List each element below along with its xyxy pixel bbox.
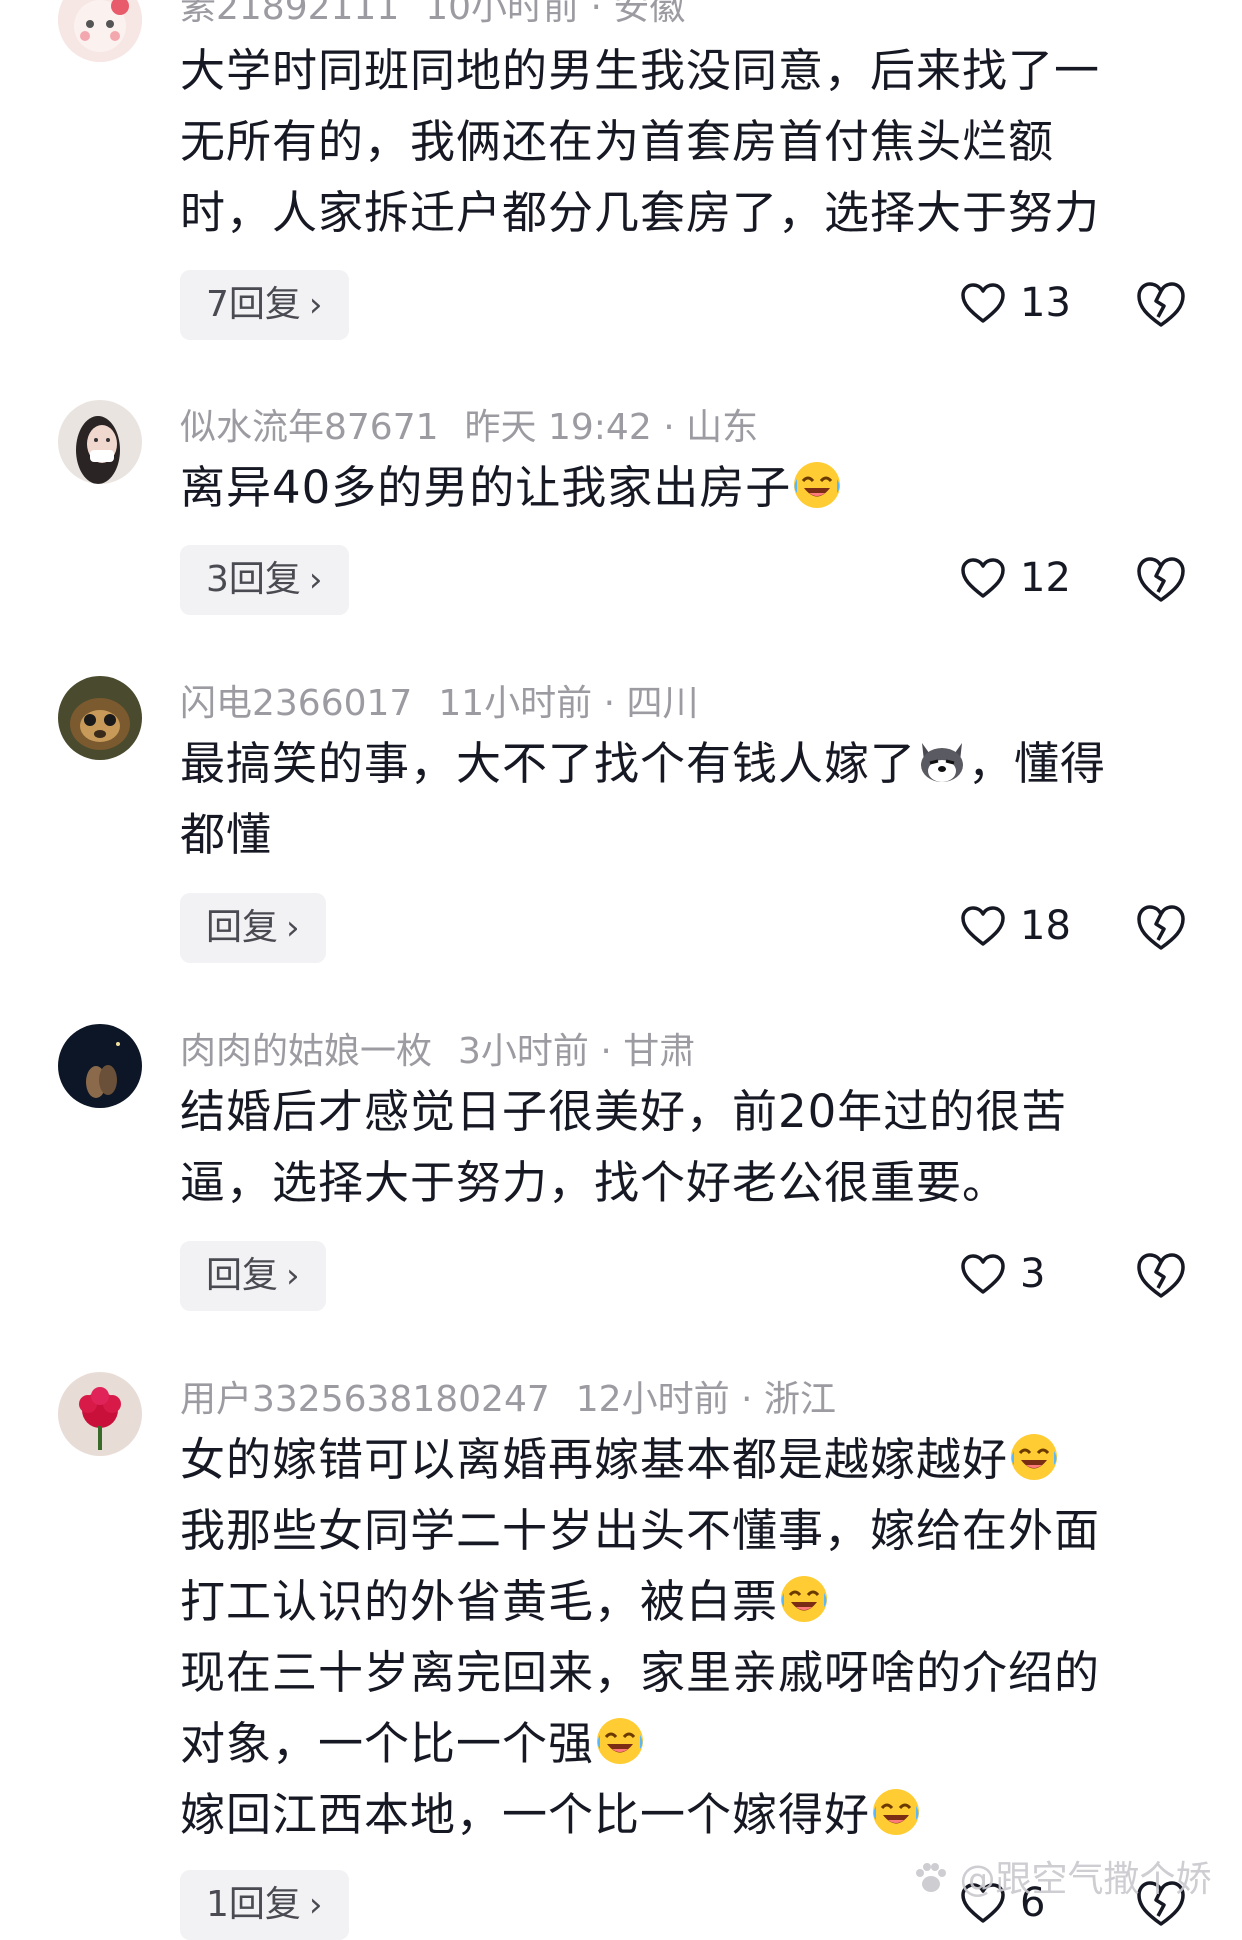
like-count: 18 (1020, 903, 1071, 949)
heart-icon (961, 906, 1005, 946)
avatar[interactable] (58, 0, 142, 62)
comment-line: 嫁回江西本地，一个比一个嫁得好 (180, 1788, 871, 1841)
reply-label: 回复 (206, 907, 279, 948)
comment-line: 我那些女同学二十岁出头不懂事，嫁给在外面 (180, 1504, 1101, 1557)
husky-dog-emoji-icon (921, 743, 964, 782)
comment-meta: 似水流年87671 昨天 19:42 · 山东 (180, 398, 758, 450)
laughing-crying-emoji-icon (781, 1576, 828, 1622)
heart-icon (961, 283, 1005, 323)
heart-icon (961, 558, 1005, 598)
comment-line-wrap: 对象，一个比一个强 (180, 1708, 1180, 1779)
comment-line: ，懂得 (968, 737, 1107, 790)
comment-line: 打工认识的外省黄毛，被白票 (180, 1575, 779, 1628)
dot-separator: · (600, 1031, 612, 1072)
comment-text: 大学时同班同地的男生我没同意，后来找了一 无所有的，我俩还在为首套房首付焦头烂额… (180, 35, 1180, 248)
avatar[interactable] (58, 676, 142, 760)
watermark: @跟空气撒个娇 (912, 1850, 1211, 1902)
comment-meta: 用户3325638180247 12小时前 · 浙江 (180, 1370, 836, 1422)
reply-label: 3回复 (206, 559, 301, 600)
broken-heart-icon[interactable] (1135, 279, 1187, 331)
like-button[interactable]: 12 (960, 548, 1071, 608)
comment-line: 结婚后才感觉日子很美好，前20年过的很苦 (180, 1085, 1068, 1138)
comment-line: 都懂 (180, 808, 273, 861)
broken-heart-icon[interactable] (1135, 902, 1187, 954)
username[interactable]: 似水流年87671 (180, 407, 439, 448)
view-replies-button[interactable]: 7回复 › (180, 270, 349, 340)
comment-text: 女的嫁错可以离婚再嫁基本都是越嫁越好 我那些女同学二十岁出头不懂事，嫁给在外面 … (180, 1424, 1180, 1850)
avatar[interactable] (58, 1024, 142, 1108)
username[interactable]: 素21892111 (180, 0, 399, 28)
timestamp: 昨天 19:42 (464, 407, 652, 448)
reply-label: 7回复 (206, 284, 301, 325)
like-button[interactable]: 13 (960, 273, 1071, 333)
username[interactable]: 闪电2366017 (180, 683, 412, 724)
like-count: 13 (1020, 280, 1071, 326)
chevron-right-icon: › (308, 560, 323, 600)
comment-line: 离异40多的男的让我家出房子 (180, 461, 792, 514)
like-count: 3 (1020, 1251, 1046, 1297)
dot-separator: · (590, 0, 602, 28)
comment-text: 结婚后才感觉日子很美好，前20年过的很苦 逼，选择大于努力，找个好老公很重要。 (180, 1076, 1180, 1218)
comment-line: 逼，选择大于努力，找个好老公很重要。 (180, 1156, 1009, 1209)
location: 山东 (686, 407, 759, 448)
broken-heart-icon[interactable] (1135, 1250, 1187, 1302)
comment-meta: 素21892111 10小时前 · 安徽 (180, 0, 685, 30)
reply-label: 1回复 (206, 1884, 301, 1925)
location: 甘肃 (623, 1031, 696, 1072)
location: 四川 (626, 683, 699, 724)
comment-line-wrap: 女的嫁错可以离婚再嫁基本都是越嫁越好 (180, 1424, 1180, 1495)
comment-line: 女的嫁错可以离婚再嫁基本都是越嫁越好 (180, 1433, 1009, 1486)
like-count: 12 (1020, 555, 1071, 601)
comment-meta: 闪电2366017 11小时前 · 四川 (180, 674, 699, 726)
comment-line-wrap: 最搞笑的事，大不了找个有钱人嫁了 ，懂得 (180, 728, 1180, 799)
view-replies-button[interactable]: 3回复 › (180, 545, 349, 615)
comment-line: 最搞笑的事，大不了找个有钱人嫁了 (180, 737, 917, 790)
comment-line: 对象，一个比一个强 (180, 1717, 595, 1770)
view-replies-button[interactable]: 1回复 › (180, 1870, 349, 1940)
laughing-crying-emoji-icon (597, 1718, 644, 1764)
paw-icon (916, 1863, 946, 1892)
comment-line: 时，人家拆迁户都分几套房了，选择大于努力 (180, 186, 1101, 239)
laughing-crying-emoji-icon (1011, 1434, 1058, 1480)
username[interactable]: 用户3325638180247 (180, 1379, 550, 1420)
timestamp: 12小时前 (575, 1379, 730, 1420)
timestamp: 11小时前 (438, 683, 593, 724)
comment-line: 大学时同班同地的男生我没同意，后来找了一 (180, 44, 1101, 97)
comment-line: 无所有的，我俩还在为首套房首付焦头烂额 (180, 115, 1055, 168)
comment-line: 现在三十岁离完回来，家里亲戚呀啥的介绍的 (180, 1646, 1101, 1699)
dot-separator: · (741, 1379, 753, 1420)
watermark-text: @跟空气撒个娇 (959, 1859, 1212, 1900)
timestamp: 10小时前 (425, 0, 580, 28)
dot-separator: · (603, 683, 616, 724)
comment-text: 最搞笑的事，大不了找个有钱人嫁了 ，懂得 都懂 (180, 728, 1180, 870)
laughing-crying-emoji-icon (873, 1789, 920, 1835)
view-replies-button[interactable]: 回复 › (180, 1241, 326, 1311)
comment-line-wrap: 嫁回江西本地，一个比一个嫁得好 (180, 1779, 1180, 1850)
reply-label: 回复 (206, 1255, 279, 1296)
avatar[interactable] (58, 1372, 142, 1456)
location: 浙江 (763, 1379, 836, 1420)
chevron-right-icon: › (286, 1256, 300, 1296)
comment-line-wrap: 打工认识的外省黄毛，被白票 (180, 1566, 1180, 1637)
comment-text: 离异40多的男的让我家出房子 (180, 452, 1180, 523)
laughing-crying-emoji-icon (794, 462, 841, 508)
comment-meta: 肉肉的姑娘一枚 3小时前 · 甘肃 (180, 1022, 695, 1074)
chevron-right-icon: › (308, 1885, 323, 1925)
broken-heart-icon[interactable] (1135, 554, 1187, 606)
dot-separator: · (663, 407, 675, 448)
view-replies-button[interactable]: 回复 › (180, 893, 326, 963)
heart-icon (961, 1254, 1005, 1294)
comment-line-wrap: 离异40多的男的让我家出房子 (180, 452, 1180, 523)
avatar[interactable] (58, 400, 142, 484)
chevron-right-icon: › (286, 908, 300, 948)
location: 安徽 (613, 0, 686, 28)
timestamp: 3小时前 (458, 1031, 589, 1072)
username[interactable]: 肉肉的姑娘一枚 (180, 1031, 432, 1072)
chevron-right-icon: › (308, 285, 323, 325)
like-button[interactable]: 18 (960, 896, 1071, 956)
like-button[interactable]: 3 (960, 1244, 1045, 1304)
